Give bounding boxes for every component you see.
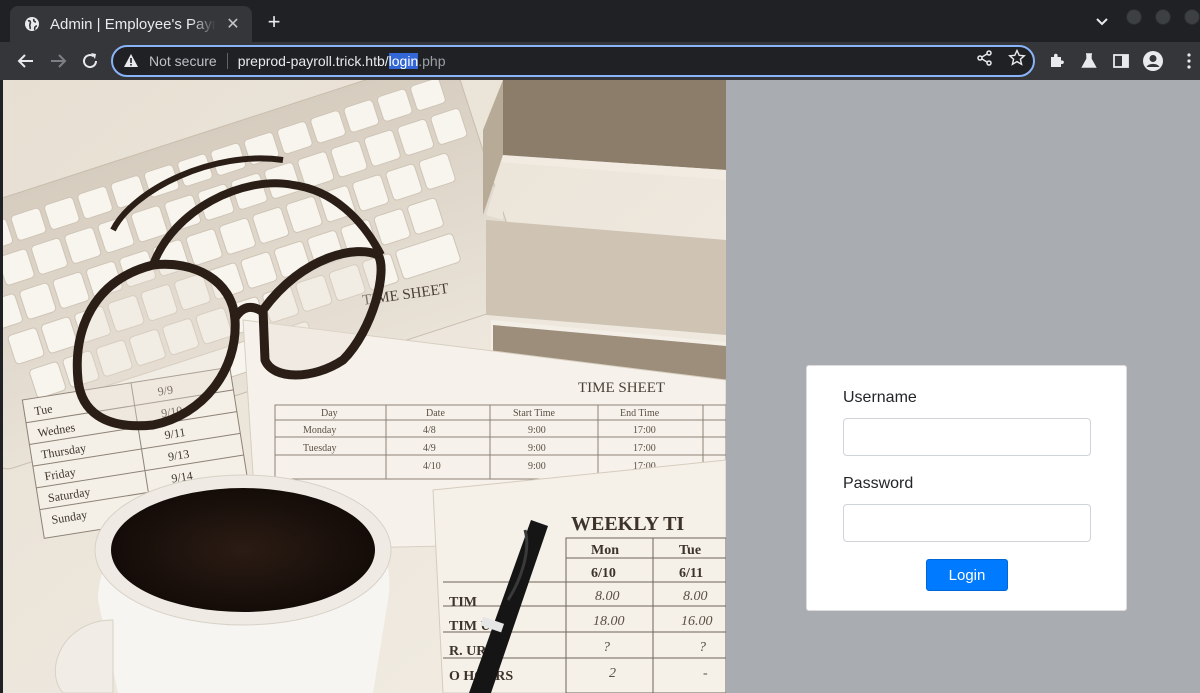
weekly-val-2b: 16.00 (681, 614, 713, 629)
minimize-window-button[interactable] (1126, 9, 1142, 25)
page-viewport: TIME SHEET TIME SHEET Day Date Start Tim… (3, 80, 1200, 693)
office-desk-photo: TIME SHEET TIME SHEET Day Date Start Tim… (3, 80, 726, 693)
ts-row1-day: Monday (303, 425, 336, 436)
ts-row3-start: 9:00 (528, 461, 546, 472)
ts-row2-start: 9:00 (528, 443, 546, 454)
weekly-val-1b: 8.00 (683, 589, 708, 604)
close-window-button[interactable] (1184, 9, 1200, 25)
globe-icon (25, 17, 39, 31)
tab-search-chevron-icon[interactable] (1093, 12, 1111, 30)
address-bar[interactable]: Not secure preprod-payroll.trick.htb/log… (111, 45, 1035, 77)
url-host: preprod-payroll.trick.htb/ (237, 53, 389, 69)
address-separator (226, 53, 228, 69)
ts-row1-date: 4/8 (423, 425, 436, 436)
ts-col-day: Day (321, 408, 338, 419)
ts-col-date: Date (426, 408, 445, 419)
browser-toolbar: Not secure preprod-payroll.trick.htb/log… (0, 42, 1200, 80)
weekly-val-2a: 18.00 (593, 614, 625, 629)
ts-row3-date: 4/10 (423, 461, 441, 472)
share-icon[interactable] (976, 49, 994, 67)
browser-tab[interactable]: Admin | Employee's Payroll Management Sy… (10, 6, 252, 42)
back-arrow-icon[interactable] (16, 51, 36, 71)
ts-col-end: End Time (620, 408, 660, 419)
browser-menu-icon[interactable] (1180, 52, 1198, 70)
profile-avatar-icon[interactable] (1142, 50, 1164, 72)
security-status-label[interactable]: Not secure (149, 53, 217, 69)
bookmark-star-icon[interactable] (1008, 49, 1026, 67)
maximize-window-button[interactable] (1155, 9, 1171, 25)
weekly-col-tue: Tue (679, 543, 701, 558)
labs-flask-icon[interactable] (1080, 52, 1098, 70)
weekly-date-mon: 6/10 (591, 566, 616, 581)
ts-row2-date: 4/9 (423, 443, 436, 454)
password-input[interactable] (843, 504, 1091, 542)
tab-title: Admin | Employee's Payroll Management Sy… (50, 15, 216, 33)
weekly-title: WEEKLY TI (571, 513, 684, 535)
login-form: Username Password Login (806, 365, 1127, 611)
username-input[interactable] (843, 418, 1091, 456)
ts-row1-start: 9:00 (528, 425, 546, 436)
weekly-val-4b: - (703, 666, 708, 681)
warning-triangle-icon[interactable] (123, 53, 139, 69)
forward-arrow-icon[interactable] (48, 51, 68, 71)
weekly-val-3a: ? (603, 640, 610, 655)
new-tab-button[interactable]: + (262, 11, 286, 35)
password-label: Password (843, 475, 914, 492)
ts-row2-end: 17:00 (633, 443, 656, 454)
weekly-sheet: WEEKLY TI Mon Tue 6/10 6/11 TIM TIM UT R… (432, 459, 726, 693)
side-panel-icon[interactable] (1112, 52, 1130, 70)
url-selected-text: login (388, 53, 419, 69)
weekly-date-tue: 6/11 (679, 566, 703, 581)
extensions-puzzle-icon[interactable] (1048, 52, 1066, 70)
url-extension: .php (418, 53, 446, 69)
timesheet-title: TIME SHEET (578, 380, 665, 396)
tab-strip: Admin | Employee's Payroll Management Sy… (0, 0, 1200, 42)
ts-col-start: Start Time (513, 408, 556, 419)
login-button[interactable]: Login (926, 559, 1008, 591)
ts-row1-end: 17:00 (633, 425, 656, 436)
weekly-val-4a: 2 (609, 666, 616, 681)
photo-illustration: TIME SHEET TIME SHEET Day Date Start Tim… (3, 80, 726, 693)
tab-close-icon[interactable]: ✕ (224, 14, 242, 34)
left-day-1: Tue (33, 402, 53, 419)
username-label: Username (843, 389, 917, 406)
weekly-row-1: TIM (449, 595, 477, 610)
reload-icon[interactable] (80, 51, 100, 71)
weekly-col-mon: Mon (591, 543, 619, 558)
weekly-val-1a: 8.00 (595, 589, 620, 604)
ts-row2-day: Tuesday (303, 443, 337, 454)
weekly-val-3b: ? (699, 640, 706, 655)
